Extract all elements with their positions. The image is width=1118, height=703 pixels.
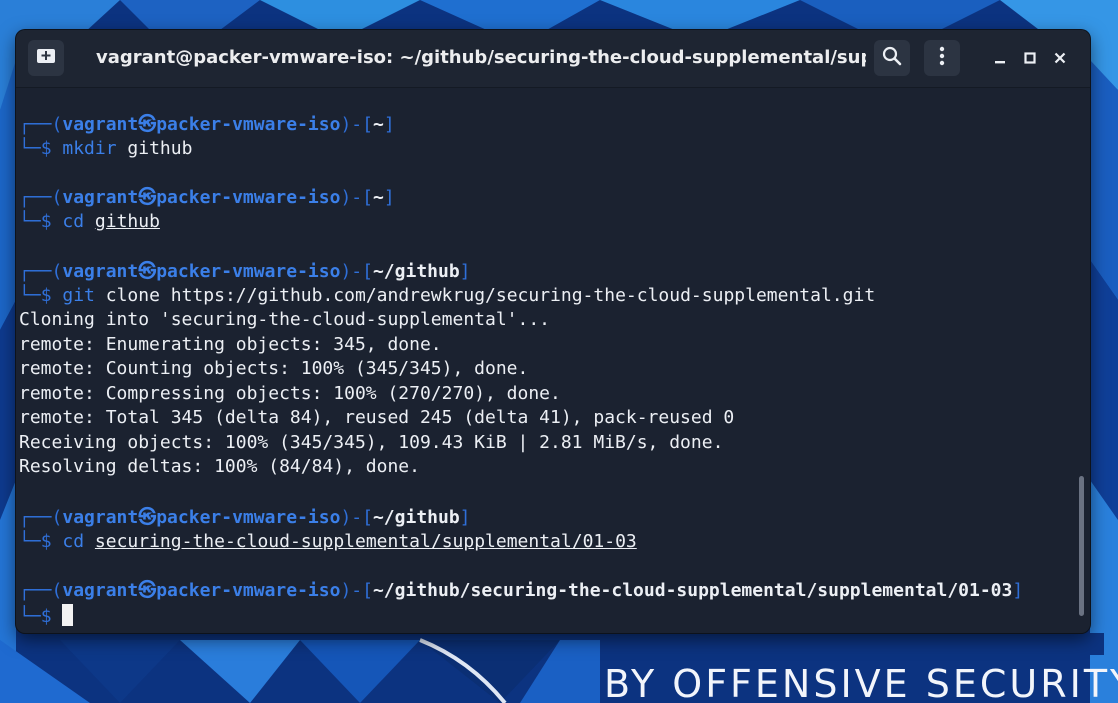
output-line: Receiving objects: 100% (345/345), 109.4… <box>19 432 724 453</box>
output-line: remote: Counting objects: 100% (345/345)… <box>19 358 529 379</box>
prompt-cwd: ~/github <box>372 261 460 282</box>
active-command-line[interactable]: └─$ <box>19 604 74 628</box>
close-button[interactable] <box>1049 48 1071 70</box>
menu-button[interactable] <box>924 40 960 76</box>
wallpaper-brand-text: BY OFFENSIVE SECURITY <box>604 662 1118 703</box>
window-title: vagrant@packer-vmware-iso: ~/github/secu… <box>96 47 866 68</box>
prompt-user: vagrant <box>62 187 139 208</box>
new-tab-button[interactable] <box>28 40 64 76</box>
prompt-at-symbol: ㉿ <box>138 507 157 528</box>
prompt-cwd: ~/github <box>372 507 460 528</box>
output-line: remote: Compressing objects: 100% (270/2… <box>19 383 561 404</box>
prompt-user: vagrant <box>62 114 139 135</box>
vertical-scrollbar[interactable] <box>1074 88 1090 633</box>
text-cursor <box>62 604 74 626</box>
output-line: remote: Enumerating objects: 345, done. <box>19 334 442 355</box>
search-button[interactable] <box>874 40 910 76</box>
prompt-cwd: ~ <box>372 114 384 135</box>
prompt-line: ┌──(vagrant㉿packer-vmware-iso)-[~] <box>19 187 395 208</box>
prompt-at-symbol: ㉿ <box>138 261 157 282</box>
command-line: └─$ cd github <box>19 211 160 232</box>
scrollbar-thumb[interactable] <box>1079 476 1084 616</box>
prompt-host: packer-vmware-iso <box>156 580 341 601</box>
command-line: └─$ cd securing-the-cloud-supplemental/s… <box>19 531 637 552</box>
output-line: remote: Total 345 (delta 84), reused 245… <box>19 407 735 428</box>
prompt-user: vagrant <box>62 261 139 282</box>
command-args: github <box>94 211 160 232</box>
prompt-line: ┌──(vagrant㉿packer-vmware-iso)-[~/github… <box>19 507 471 528</box>
prompt-dollar: $ <box>40 211 52 232</box>
maximize-button[interactable] <box>1019 48 1041 70</box>
terminal-output[interactable]: ┌──(vagrant㉿packer-vmware-iso)-[~] └─$ m… <box>16 88 1074 633</box>
command-name: mkdir <box>62 138 117 159</box>
minimize-icon <box>993 50 1007 69</box>
prompt-host: packer-vmware-iso <box>156 114 341 135</box>
minimize-button[interactable] <box>989 48 1011 70</box>
new-tab-icon <box>35 45 57 71</box>
command-args: clone https://github.com/andrewkrug/secu… <box>105 285 876 306</box>
command-name: cd <box>62 211 85 232</box>
title-bar[interactable]: vagrant@packer-vmware-iso: ~/github/secu… <box>16 30 1090 88</box>
prompt-cwd: ~/github/securing-the-cloud-supplemental… <box>372 580 1013 601</box>
prompt-at-symbol: ㉿ <box>138 114 157 135</box>
prompt-dollar: $ <box>40 606 52 627</box>
command-name: git <box>62 285 95 306</box>
prompt-dollar: $ <box>40 531 52 552</box>
maximize-icon <box>1023 50 1037 69</box>
command-args: securing-the-cloud-supplemental/suppleme… <box>94 531 637 552</box>
prompt-user: vagrant <box>62 507 139 528</box>
command-line: └─$ git clone https://github.com/andrewk… <box>19 285 876 306</box>
kebab-menu-icon <box>931 45 953 71</box>
prompt-at-symbol: ㉿ <box>138 187 157 208</box>
close-icon <box>1053 50 1067 69</box>
prompt-cwd: ~ <box>372 187 384 208</box>
prompt-host: packer-vmware-iso <box>156 187 341 208</box>
prompt-host: packer-vmware-iso <box>156 261 341 282</box>
command-line: └─$ mkdir github <box>19 138 193 159</box>
command-args: github <box>127 138 193 159</box>
output-line: Resolving deltas: 100% (84/84), done. <box>19 456 420 477</box>
prompt-user: vagrant <box>62 580 139 601</box>
prompt-host: packer-vmware-iso <box>156 507 341 528</box>
prompt-line: ┌──(vagrant㉿packer-vmware-iso)-[~] <box>19 114 395 135</box>
output-line: Cloning into 'securing-the-cloud-supplem… <box>19 309 551 330</box>
prompt-dollar: $ <box>40 285 52 306</box>
terminal-window[interactable]: vagrant@packer-vmware-iso: ~/github/secu… <box>16 30 1090 633</box>
prompt-line: ┌──(vagrant㉿packer-vmware-iso)-[~/github… <box>19 580 1024 601</box>
command-name: cd <box>62 531 85 552</box>
prompt-at-symbol: ㉿ <box>138 580 157 601</box>
search-icon <box>881 45 903 71</box>
prompt-line: ┌──(vagrant㉿packer-vmware-iso)-[~/github… <box>19 261 471 282</box>
prompt-dollar: $ <box>40 138 52 159</box>
